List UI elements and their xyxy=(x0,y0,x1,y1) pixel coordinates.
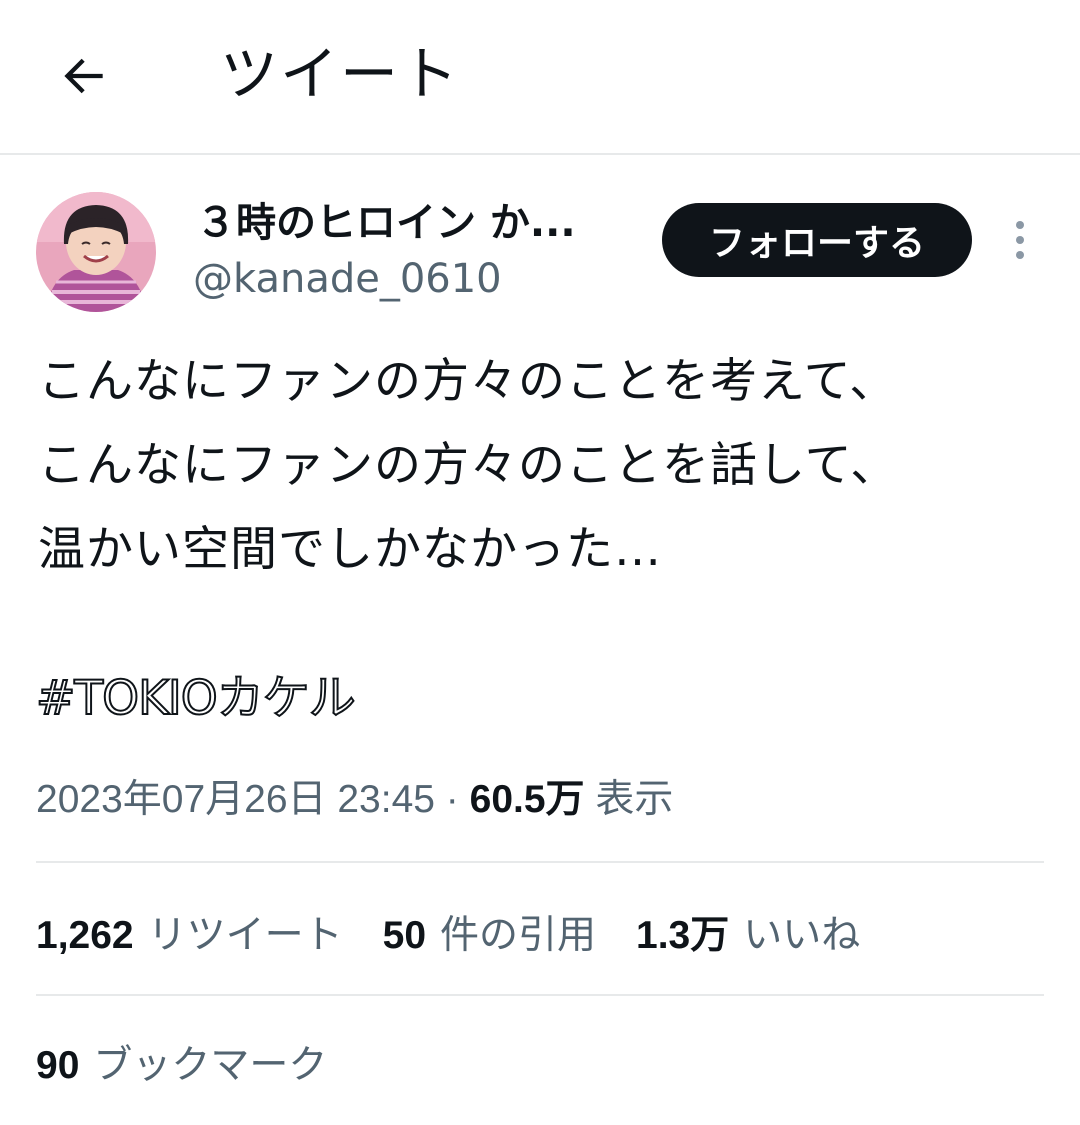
tweet-timestamp[interactable]: 2023年07月26日 23:45 xyxy=(36,778,435,821)
retweets-label: リツイート xyxy=(147,913,343,958)
avatar-image xyxy=(36,192,156,312)
likes-count: 1.3万 xyxy=(636,914,730,957)
retweets-stat[interactable]: 1,262 リツイート xyxy=(36,904,343,960)
bookmarks-stat[interactable]: 90 ブックマーク xyxy=(36,1030,367,1094)
views-count: 60.5万 xyxy=(469,778,585,821)
tweet-meta: 2023年07月26日 23:45 · 60.5万 表示 xyxy=(36,772,673,828)
avatar[interactable] xyxy=(36,192,156,312)
author-handle[interactable]: @kanade_0610 xyxy=(193,254,502,304)
divider xyxy=(36,994,1044,996)
bookmarks-label: ブックマーク xyxy=(93,1043,328,1088)
tweet-author: ３時のヒロイン か... @kanade_0610 フォローする xyxy=(0,190,1080,320)
bookmarks-count: 90 xyxy=(36,1044,80,1087)
back-button[interactable] xyxy=(48,40,120,112)
tweet-text-line: こんなにファンの方々のことを話して、 xyxy=(38,438,899,493)
more-options-button[interactable] xyxy=(1000,212,1040,268)
retweets-count: 1,262 xyxy=(36,914,134,957)
hashtag-link[interactable]: #TOKIOカケル xyxy=(35,664,357,734)
more-vertical-icon xyxy=(1016,221,1024,229)
top-bar: ツイート xyxy=(0,0,1080,155)
quotes-label: 件の引用 xyxy=(440,913,597,958)
views-label: 表示 xyxy=(595,778,674,821)
follow-button[interactable]: フォローする xyxy=(662,203,972,277)
likes-label: いいね xyxy=(743,913,861,958)
quotes-stat[interactable]: 50 件の引用 xyxy=(383,904,596,960)
arrow-left-icon xyxy=(64,58,103,94)
meta-separator: · xyxy=(445,778,459,821)
likes-stat[interactable]: 1.3万 いいね xyxy=(636,904,860,960)
tweet-text: こんなにファンの方々のことを考えて、 こんなにファンの方々のことを話して、 温か… xyxy=(38,340,1048,592)
engagement-stats: 1,262 リツイート 50 件の引用 1.3万 いいね xyxy=(36,900,900,964)
bookmarks-stat-inner: 90 ブックマーク xyxy=(36,1034,327,1090)
tweet-text-line: 温かい空間でしかなかった… xyxy=(38,522,662,577)
quotes-count: 50 xyxy=(382,914,427,957)
page-title: ツイート xyxy=(220,40,461,108)
tweet-text-line: こんなにファンの方々のことを考えて、 xyxy=(38,354,898,409)
author-display-name[interactable]: ３時のヒロイン か... xyxy=(196,198,616,248)
divider xyxy=(36,861,1044,863)
